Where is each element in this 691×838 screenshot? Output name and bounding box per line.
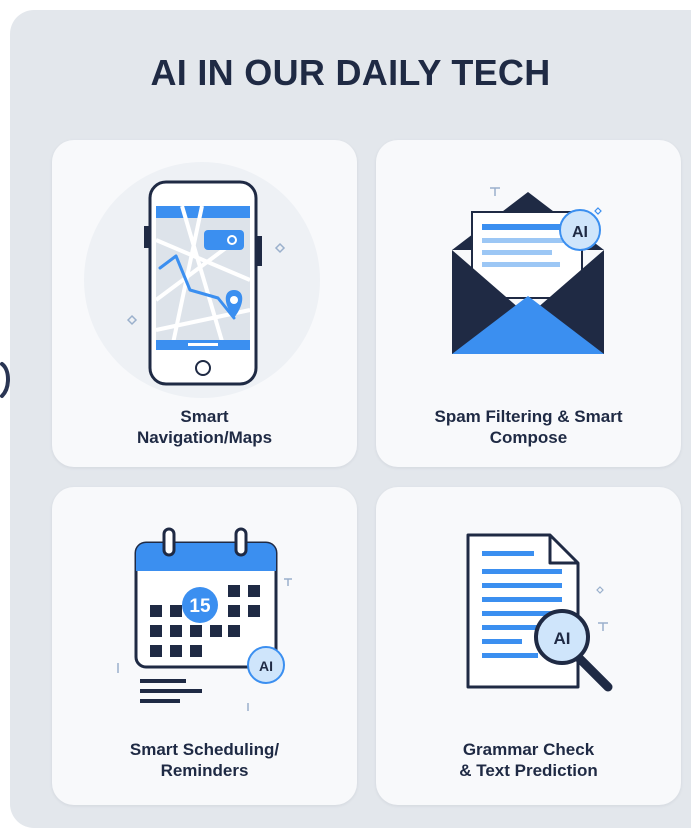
card-label-line: Reminders — [160, 761, 249, 780]
card-label-line: Spam Filtering & Smart — [434, 407, 623, 426]
ai-badge-icon: AI — [554, 629, 571, 648]
ai-badge-text: AI — [572, 224, 588, 241]
card-smart-scheduling: 15 AI Smart Scheduling/ Reminders — [52, 487, 357, 805]
card-label-line: Grammar Check — [462, 740, 595, 759]
ai-badge-text: AI — [554, 629, 571, 648]
card-grammar-check: AI Grammar Check & Text Prediction — [376, 487, 681, 805]
card-label-line: Smart — [180, 407, 229, 426]
card-label-line: Smart Scheduling/ — [129, 740, 280, 759]
ai-badge-icon: AI — [559, 209, 601, 251]
card-smart-navigation: Smart Navigation/Maps — [52, 140, 357, 467]
ai-badge-icon: AI — [247, 646, 285, 684]
smartphone-map-icon — [144, 180, 262, 386]
card-label-line: Compose — [489, 428, 568, 447]
decorative-curl-icon — [0, 362, 10, 398]
page-title: AI IN OUR DAILY TECH — [150, 52, 551, 93]
ai-badge-text: AI — [259, 658, 273, 674]
card-spam-filtering: AI Spam Filtering & Smart Compose — [376, 140, 681, 467]
card-label-line: Navigation/Maps — [136, 428, 273, 447]
document-magnifier-icon — [466, 533, 613, 692]
calendar-date-text: 15 — [189, 596, 211, 617]
card-label-line: & Text Prediction — [459, 761, 598, 780]
